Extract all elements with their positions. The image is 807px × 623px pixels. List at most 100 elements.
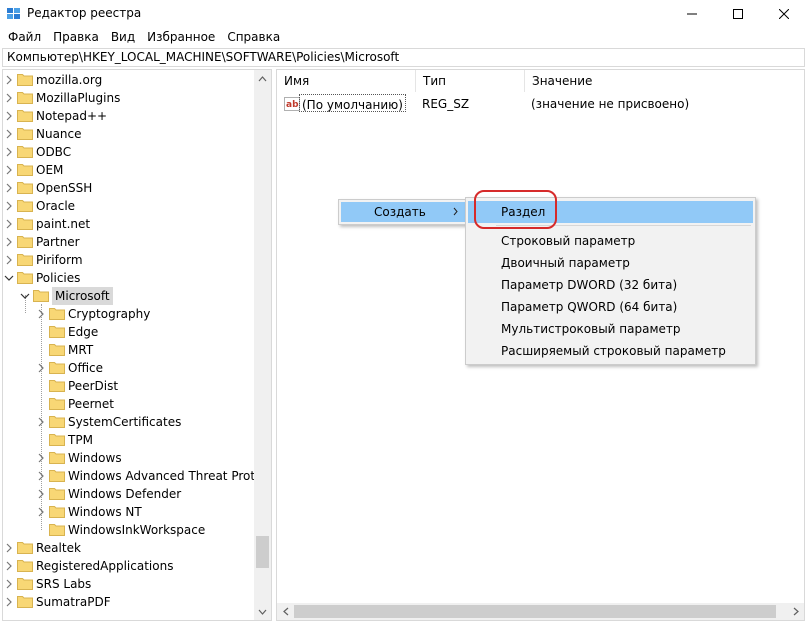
- tree-item[interactable]: Edge: [3, 323, 255, 341]
- tree-item-label: Realtek: [36, 541, 81, 555]
- folder-icon: [49, 524, 65, 536]
- tree-item[interactable]: RegisteredApplications: [3, 557, 255, 575]
- chevron-right-icon[interactable]: [4, 147, 14, 157]
- menu-bar: Файл Правка Вид Избранное Справка: [0, 27, 807, 47]
- submenu-item-dword[interactable]: Параметр DWORD (32 бита): [468, 274, 753, 296]
- folder-icon: [49, 434, 65, 446]
- scroll-down-icon: [258, 609, 267, 615]
- tree-item[interactable]: Microsoft: [3, 287, 255, 305]
- tree-pane[interactable]: mozilla.org MozillaPlugins Notepad++ Nuance…: [2, 69, 272, 621]
- chevron-right-icon[interactable]: [4, 561, 14, 571]
- menu-view[interactable]: Вид: [105, 27, 141, 47]
- context-menu-create[interactable]: Создать: [341, 202, 466, 222]
- chevron-right-icon[interactable]: [4, 579, 14, 589]
- folder-icon: [17, 164, 33, 176]
- chevron-right-icon[interactable]: [4, 255, 14, 265]
- chevron-down-icon[interactable]: [4, 273, 14, 283]
- scroll-thumb[interactable]: [294, 605, 776, 618]
- chevron-right-icon[interactable]: [36, 309, 46, 319]
- tree-item[interactable]: paint.net: [3, 215, 255, 233]
- chevron-right-icon[interactable]: [4, 219, 14, 229]
- scroll-thumb[interactable]: [256, 536, 269, 568]
- close-button[interactable]: [761, 0, 807, 27]
- tree-item-label: Notepad++: [36, 109, 108, 123]
- tree-item[interactable]: MRT: [3, 341, 255, 359]
- tree-item[interactable]: OEM: [3, 161, 255, 179]
- tree-item[interactable]: Office: [3, 359, 255, 377]
- chevron-right-icon[interactable]: [36, 507, 46, 517]
- submenu-item-expandable-string[interactable]: Расширяемый строковый параметр: [468, 340, 753, 362]
- chevron-right-icon[interactable]: [4, 237, 14, 247]
- chevron-right-icon[interactable]: [36, 453, 46, 463]
- tree-item[interactable]: Realtek: [3, 539, 255, 557]
- tree-item[interactable]: Windows: [3, 449, 255, 467]
- address-bar[interactable]: Компьютер\HKEY_LOCAL_MACHINE\SOFTWARE\Po…: [2, 48, 805, 67]
- tree-item[interactable]: PeerDist: [3, 377, 255, 395]
- tree-item[interactable]: Windows Advanced Threat Protecti: [3, 467, 271, 485]
- tree-item[interactable]: Partner: [3, 233, 255, 251]
- tree-item[interactable]: Notepad++: [3, 107, 255, 125]
- value-type: REG_SZ: [422, 97, 470, 111]
- submenu-item-multistring[interactable]: Мультистроковый параметр: [468, 318, 753, 340]
- tree-item[interactable]: SumatraPDF: [3, 593, 255, 611]
- tree-item-label: Partner: [36, 235, 80, 249]
- chevron-right-icon[interactable]: [36, 363, 46, 373]
- tree-item[interactable]: Nuance: [3, 125, 255, 143]
- chevron-right-icon[interactable]: [4, 183, 14, 193]
- chevron-right-icon[interactable]: [4, 129, 14, 139]
- column-value[interactable]: Значение: [525, 70, 804, 92]
- chevron-right-icon[interactable]: [4, 93, 14, 103]
- submenu-item-string[interactable]: Строковый параметр: [468, 230, 753, 252]
- tree-item[interactable]: Cryptography: [3, 305, 255, 323]
- values-horizontal-scrollbar[interactable]: [277, 603, 804, 620]
- tree-item[interactable]: OpenSSH: [3, 179, 255, 197]
- scroll-down-button[interactable]: [254, 603, 271, 620]
- submenu-item-qword[interactable]: Параметр QWORD (64 бита): [468, 296, 753, 318]
- tree-item[interactable]: Policies: [3, 269, 255, 287]
- folder-icon: [17, 542, 33, 554]
- chevron-right-icon[interactable]: [36, 489, 46, 499]
- maximize-button[interactable]: [715, 0, 761, 27]
- chevron-right-icon[interactable]: [4, 543, 14, 553]
- tree-item[interactable]: ODBC: [3, 143, 255, 161]
- value-row[interactable]: ab (По умолчанию) REG_SZ (значение не пр…: [277, 94, 804, 114]
- submenu-item-binary[interactable]: Двоичный параметр: [468, 252, 753, 274]
- tree-item[interactable]: SystemCertificates: [3, 413, 255, 431]
- folder-icon: [17, 236, 33, 248]
- tree-item[interactable]: Windows NT: [3, 503, 255, 521]
- column-type[interactable]: Тип: [416, 70, 525, 92]
- folder-icon: [33, 290, 49, 302]
- chevron-right-icon[interactable]: [4, 597, 14, 607]
- chevron-right-icon[interactable]: [4, 165, 14, 175]
- chevron-right-icon[interactable]: [36, 471, 46, 481]
- scroll-left-button[interactable]: [277, 603, 294, 620]
- tree-item-label: Oracle: [36, 199, 76, 213]
- scroll-up-button[interactable]: [254, 70, 271, 87]
- menu-file[interactable]: Файл: [2, 27, 47, 47]
- chevron-right-icon[interactable]: [4, 75, 14, 85]
- menu-edit[interactable]: Правка: [47, 27, 105, 47]
- scroll-right-button[interactable]: [787, 603, 804, 620]
- menu-help[interactable]: Справка: [221, 27, 286, 47]
- tree-vertical-scrollbar[interactable]: [254, 70, 271, 620]
- minimize-button[interactable]: [669, 0, 715, 27]
- tree-item[interactable]: SRS Labs: [3, 575, 255, 593]
- tree-item[interactable]: Windows Defender: [3, 485, 255, 503]
- menu-favorites[interactable]: Избранное: [141, 27, 221, 47]
- tree-item[interactable]: mozilla.org: [3, 71, 255, 89]
- chevron-down-icon[interactable]: [20, 291, 30, 301]
- folder-icon: [49, 506, 65, 518]
- chevron-right-icon[interactable]: [36, 417, 46, 427]
- tree-item-label: Windows Advanced Threat Protecti: [68, 469, 272, 483]
- tree-item-label: mozilla.org: [36, 73, 103, 87]
- tree-item[interactable]: Piriform: [3, 251, 255, 269]
- tree-item[interactable]: WindowsInkWorkspace: [3, 521, 255, 539]
- value-data: (значение не присвоено): [531, 97, 690, 111]
- tree-item[interactable]: MozillaPlugins: [3, 89, 255, 107]
- tree-item[interactable]: TPM: [3, 431, 255, 449]
- chevron-right-icon[interactable]: [4, 111, 14, 121]
- column-name[interactable]: Имя: [277, 70, 416, 92]
- tree-item[interactable]: Peernet: [3, 395, 255, 413]
- chevron-right-icon[interactable]: [4, 201, 14, 211]
- tree-item[interactable]: Oracle: [3, 197, 255, 215]
